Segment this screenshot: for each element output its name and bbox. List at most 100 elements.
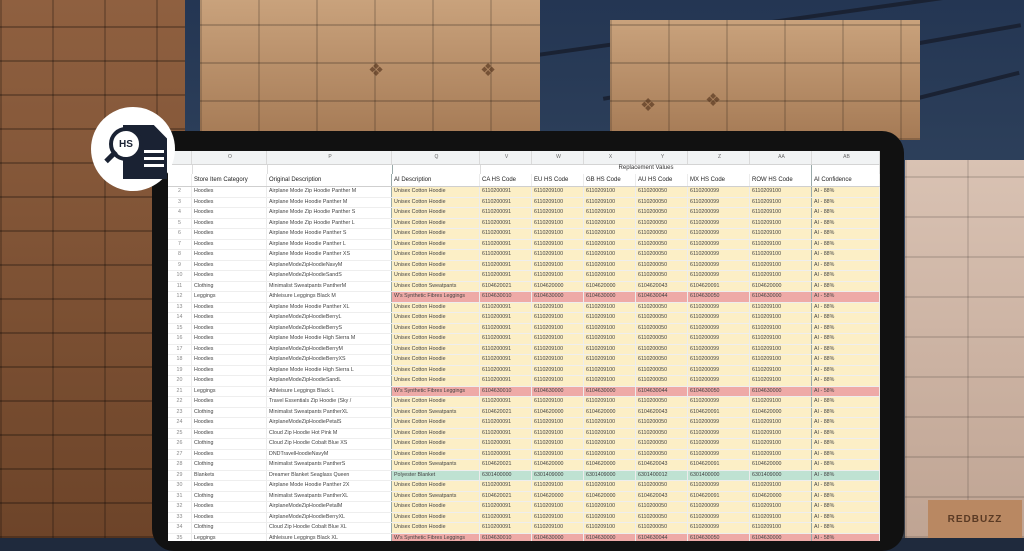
column-letter[interactable]: P: [267, 151, 392, 164]
table-cell[interactable]: 6104620000: [532, 281, 584, 291]
table-row[interactable]: 15 Hoodies AirplaneModeZipHoodieBerryS Unis…: [168, 323, 880, 334]
table-cell[interactable]: 6110200091: [480, 428, 532, 438]
table-cell[interactable]: 6110200099: [688, 323, 750, 333]
table-cell[interactable]: 6110200099: [688, 418, 750, 428]
table-cell[interactable]: 6110209100: [584, 397, 636, 407]
row-number[interactable]: 31: [168, 491, 192, 501]
table-cell[interactable]: Hoodies: [192, 344, 267, 354]
table-row[interactable]: 28 Clothing Minimalist Sweatpants PantherS…: [168, 460, 880, 471]
table-cell[interactable]: 6110209100: [532, 418, 584, 428]
table-cell[interactable]: 6104630000: [584, 386, 636, 396]
row-number[interactable]: 17: [168, 344, 192, 354]
table-cell[interactable]: 6110209100: [584, 344, 636, 354]
table-cell[interactable]: 6110200099: [688, 344, 750, 354]
column-header[interactable]: Original Description: [267, 174, 392, 186]
table-cell[interactable]: Cloud Zip Hoodie Hot Pink M: [267, 428, 392, 438]
table-cell[interactable]: 6110209100: [532, 239, 584, 249]
table-cell[interactable]: Unisex Cotton Hoodie: [392, 229, 480, 239]
table-cell[interactable]: 6110200050: [636, 271, 688, 281]
table-cell[interactable]: 6104630010: [480, 292, 532, 302]
table-cell[interactable]: AirplaneModeZipHoodieNavyM: [267, 260, 392, 270]
column-header[interactable]: [168, 174, 192, 186]
table-cell[interactable]: AI - 88%: [812, 439, 880, 449]
table-cell[interactable]: 6110209100: [750, 355, 812, 365]
table-cell[interactable]: 6110209100: [584, 481, 636, 491]
table-row[interactable]: 16 Hoodies Airplane Mode Hoodie High Sierr…: [168, 334, 880, 345]
table-cell[interactable]: Unisex Cotton Hoodie: [392, 208, 480, 218]
table-cell[interactable]: Clothing: [192, 439, 267, 449]
table-cell[interactable]: 6301400000: [688, 470, 750, 480]
table-cell[interactable]: 6110209100: [584, 271, 636, 281]
table-cell[interactable]: 6110209100: [750, 344, 812, 354]
table-cell[interactable]: Airplane Mode Zip Hoodie Panther M: [267, 187, 392, 197]
row-number[interactable]: 16: [168, 334, 192, 344]
row-number[interactable]: 22: [168, 397, 192, 407]
table-cell[interactable]: AI - 88%: [812, 523, 880, 533]
table-cell[interactable]: Hoodies: [192, 512, 267, 522]
table-cell[interactable]: 6110209100: [584, 439, 636, 449]
table-cell[interactable]: 6104630000: [584, 533, 636, 541]
table-cell[interactable]: Hoodies: [192, 229, 267, 239]
table-cell[interactable]: Hoodies: [192, 260, 267, 270]
table-cell[interactable]: 6110209100: [750, 439, 812, 449]
table-cell[interactable]: 6110209100: [532, 229, 584, 239]
table-row[interactable]: 13 Hoodies Airplane Mode Hoodie Panther XL…: [168, 302, 880, 313]
table-row[interactable]: 26 Clothing Cloud Zip Hoodie Cobalt Blue X…: [168, 439, 880, 450]
table-cell[interactable]: 6110200099: [688, 197, 750, 207]
table-cell[interactable]: 6110209100: [584, 323, 636, 333]
table-cell[interactable]: Hoodies: [192, 302, 267, 312]
row-number[interactable]: 23: [168, 407, 192, 417]
table-cell[interactable]: 6110209100: [584, 355, 636, 365]
table-cell[interactable]: 6104620043: [636, 460, 688, 470]
table-cell[interactable]: 6110209100: [584, 502, 636, 512]
table-cell[interactable]: Airplane Mode Hoodie Panther 2X: [267, 481, 392, 491]
table-cell[interactable]: AirplaneModeZipHoodiePetalM: [267, 502, 392, 512]
table-cell[interactable]: Unisex Cotton Hoodie: [392, 481, 480, 491]
table-cell[interactable]: Unisex Cotton Hoodie: [392, 302, 480, 312]
table-cell[interactable]: 6110209100: [584, 218, 636, 228]
table-cell[interactable]: 6110200050: [636, 428, 688, 438]
table-cell[interactable]: AirplaneModeZipHoodieBerryXL: [267, 512, 392, 522]
table-cell[interactable]: W's Synthetic Fibres Leggings: [392, 533, 480, 541]
row-number[interactable]: 33: [168, 512, 192, 522]
table-cell[interactable]: 6110200091: [480, 218, 532, 228]
table-cell[interactable]: 6110209100: [584, 334, 636, 344]
table-row[interactable]: 18 Hoodies AirplaneModeZipHoodieBerryXS Uni…: [168, 355, 880, 366]
column-header[interactable]: AI Description: [392, 174, 480, 186]
table-cell[interactable]: 6110209100: [532, 218, 584, 228]
table-cell[interactable]: 6110200091: [480, 260, 532, 270]
table-cell[interactable]: 6301400000: [480, 470, 532, 480]
table-cell[interactable]: Unisex Cotton Hoodie: [392, 428, 480, 438]
column-letter[interactable]: O: [192, 151, 267, 164]
table-cell[interactable]: Hoodies: [192, 313, 267, 323]
row-number[interactable]: 30: [168, 481, 192, 491]
table-row[interactable]: 6 Hoodies Airplane Mode Hoodie Panther S Un…: [168, 229, 880, 240]
table-cell[interactable]: AI - 88%: [812, 313, 880, 323]
table-cell[interactable]: 6110200099: [688, 218, 750, 228]
table-cell[interactable]: 6110200050: [636, 512, 688, 522]
table-cell[interactable]: AI - 88%: [812, 481, 880, 491]
column-letter[interactable]: Y: [636, 151, 688, 164]
column-header[interactable]: CA HS Code: [480, 174, 532, 186]
row-number[interactable]: 15: [168, 323, 192, 333]
table-cell[interactable]: 6110200091: [480, 187, 532, 197]
table-cell[interactable]: 6104620000: [584, 491, 636, 501]
table-cell[interactable]: 6110200091: [480, 302, 532, 312]
table-cell[interactable]: 6104620000: [584, 460, 636, 470]
table-cell[interactable]: 6301409000: [584, 470, 636, 480]
table-cell[interactable]: 6110200050: [636, 229, 688, 239]
table-cell[interactable]: 6104620000: [750, 407, 812, 417]
column-letter[interactable]: W: [532, 151, 584, 164]
table-cell[interactable]: AI - 88%: [812, 281, 880, 291]
table-cell[interactable]: AI - 88%: [812, 376, 880, 386]
table-cell[interactable]: 6110209100: [532, 334, 584, 344]
table-cell[interactable]: 6110209100: [750, 334, 812, 344]
table-cell[interactable]: Hoodies: [192, 428, 267, 438]
table-cell[interactable]: 6104620021: [480, 281, 532, 291]
row-number[interactable]: 34: [168, 523, 192, 533]
table-cell[interactable]: 6110200091: [480, 355, 532, 365]
table-cell[interactable]: 6110209100: [532, 250, 584, 260]
table-cell[interactable]: Hoodies: [192, 323, 267, 333]
table-cell[interactable]: 6104620043: [636, 281, 688, 291]
table-cell[interactable]: 6110209100: [532, 208, 584, 218]
